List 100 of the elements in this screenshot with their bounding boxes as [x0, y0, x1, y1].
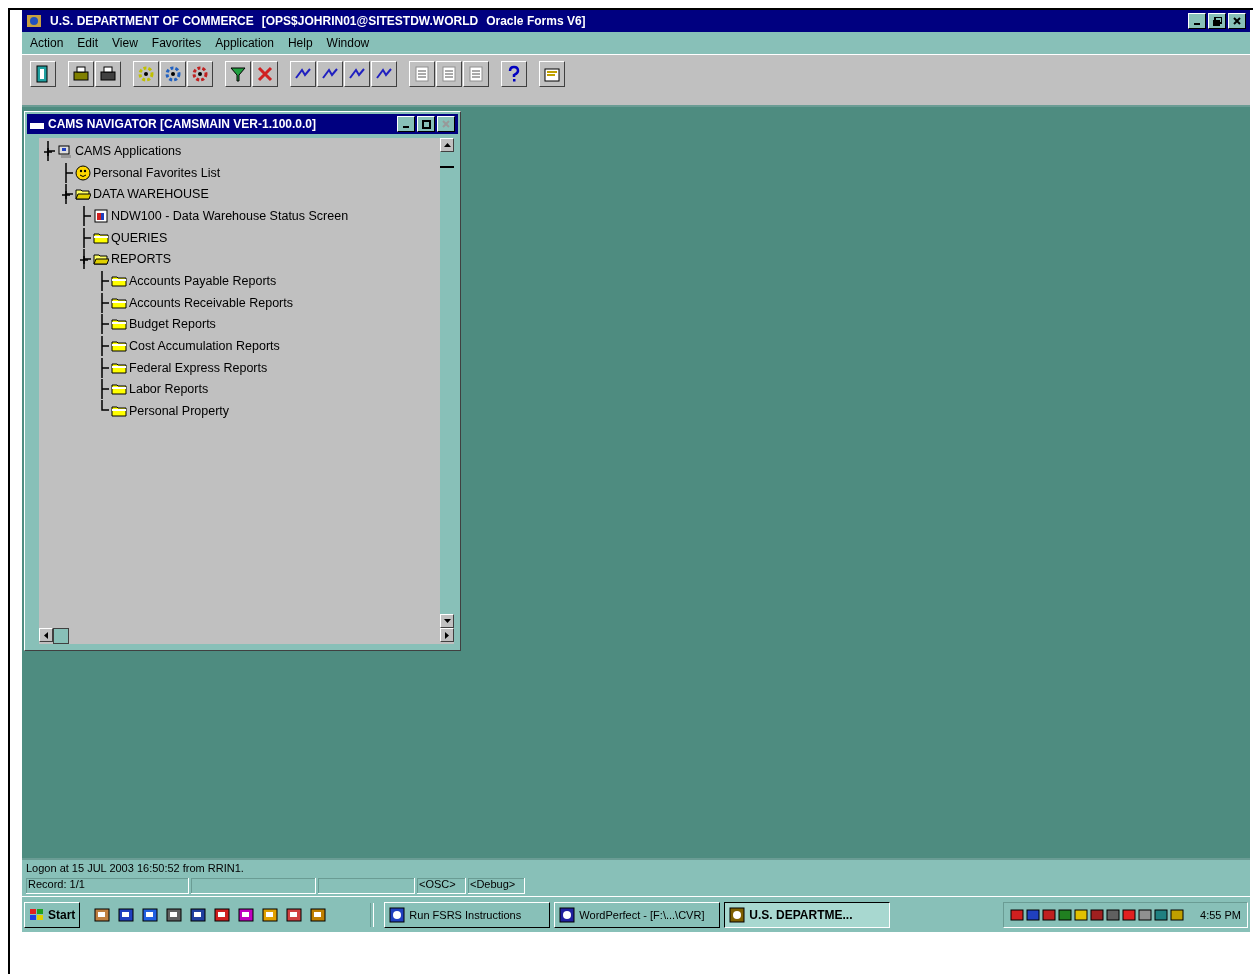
sheet-icon	[439, 64, 459, 84]
status-field: <OSC>	[417, 878, 466, 894]
status-field: Record: 1/1	[26, 878, 189, 894]
application-icon	[310, 906, 327, 923]
quick-launch-button[interactable]	[118, 906, 135, 923]
scroll-left-button[interactable]	[39, 628, 53, 642]
menu-item[interactable]: Action	[30, 36, 64, 50]
tray-icon	[1170, 907, 1185, 922]
toolbar-button[interactable]	[317, 61, 343, 87]
menu-item[interactable]: Application	[215, 36, 274, 50]
close-button[interactable]	[437, 116, 455, 132]
sheet-icon	[466, 64, 486, 84]
smiley-icon	[75, 164, 91, 181]
folder-icon	[111, 316, 127, 333]
menu-item[interactable]: View	[112, 36, 138, 50]
form-icon	[93, 207, 109, 224]
gear-icon	[136, 64, 156, 84]
quick-launch-button[interactable]	[238, 906, 255, 923]
taskbar-button[interactable]: U.S. DEPARTME...	[724, 901, 891, 928]
tray-icon	[1026, 907, 1041, 922]
tree-item[interactable]: CAMS Applications	[75, 143, 182, 158]
quick-launch-button[interactable]	[214, 906, 231, 923]
quick-launch-button[interactable]	[166, 906, 183, 923]
navigator-title: CAMS NAVIGATOR [CAMSMAIN VER-1.100.0.0]	[48, 117, 317, 131]
folder-icon	[111, 338, 127, 355]
gear-icon	[163, 64, 183, 84]
minimize-button[interactable]	[1188, 13, 1206, 29]
taskbar-button[interactable]: Run FSRS Instructions	[384, 901, 551, 928]
scroll-thumb[interactable]	[53, 628, 69, 644]
tray-icon	[1074, 907, 1089, 922]
tree-item[interactable]: Accounts Payable Reports	[129, 273, 277, 288]
toolbar-button[interactable]	[463, 61, 489, 87]
application-icon	[559, 906, 576, 923]
tree-item[interactable]: Budget Reports	[129, 317, 216, 332]
tray-icon	[1106, 907, 1121, 922]
toolbar-button[interactable]	[252, 61, 278, 87]
menu-item[interactable]: Favorites	[151, 36, 202, 50]
printer-icon	[71, 64, 91, 84]
toolbar-button[interactable]	[225, 61, 251, 87]
toolbar-button[interactable]	[30, 61, 56, 87]
application-icon	[238, 906, 255, 923]
toolbar-button[interactable]	[187, 61, 213, 87]
status-field: <Debug>	[468, 878, 525, 894]
left-arrow-icon	[44, 631, 48, 639]
scroll-down-button[interactable]	[440, 614, 454, 628]
tree-item[interactable]: Cost Accumulation Reports	[129, 339, 280, 354]
quick-launch-button[interactable]	[94, 906, 111, 923]
start-button[interactable]: Start	[24, 901, 81, 928]
toolbar-button[interactable]	[344, 61, 370, 87]
tree-item[interactable]: REPORTS	[111, 252, 172, 267]
toolbar-button[interactable]	[68, 61, 94, 87]
tree-item[interactable]: Personal Favorites List	[93, 165, 221, 180]
toolbar-button[interactable]	[501, 61, 527, 87]
menu-item[interactable]: Edit	[77, 36, 99, 50]
close-button[interactable]	[1228, 13, 1246, 29]
tree-item[interactable]: QUERIES	[111, 230, 168, 245]
app-icon	[26, 13, 42, 29]
computer-icon	[57, 142, 73, 159]
session-label: [OPS$JOHRIN01@SITESTDW.WORLD	[261, 14, 479, 28]
down-arrow-icon	[443, 619, 451, 623]
tree-item[interactable]: Accounts Receivable Reports	[129, 295, 293, 310]
close-icon	[1233, 17, 1241, 25]
windows-logo-icon	[29, 907, 45, 922]
application-icon	[166, 906, 183, 923]
toolbar-button[interactable]	[371, 61, 397, 87]
toolbar-button[interactable]	[409, 61, 435, 87]
tree-item[interactable]: Labor Reports	[129, 382, 209, 397]
restore-button[interactable]	[1208, 13, 1226, 29]
tree-item[interactable]: Personal Property	[129, 404, 230, 419]
tree-item[interactable]: NDW100 - Data Warehouse Status Screen	[111, 208, 349, 223]
toolbar-button[interactable]	[290, 61, 316, 87]
quick-launch-button[interactable]	[190, 906, 207, 923]
menu-item[interactable]: Window	[326, 36, 370, 50]
right-arrow-icon	[445, 631, 449, 639]
quick-launch-button[interactable]	[310, 906, 327, 923]
minimize-button[interactable]	[397, 116, 415, 132]
menu-item[interactable]: Help	[287, 36, 313, 50]
close-icon	[442, 120, 450, 128]
toolbar-button[interactable]	[539, 61, 565, 87]
toolbar-button[interactable]	[436, 61, 462, 87]
cross-icon	[255, 64, 275, 84]
toolbar-button[interactable]	[160, 61, 186, 87]
maximize-button[interactable]	[417, 116, 435, 132]
tree-item[interactable]: DATA WAREHOUSE	[93, 187, 209, 202]
application-icon	[214, 906, 231, 923]
scroll-up-button[interactable]	[440, 138, 454, 152]
tray-icon	[1154, 907, 1169, 922]
window-icon	[30, 119, 44, 129]
toolbar-button[interactable]	[133, 61, 159, 87]
toolbar-button[interactable]	[95, 61, 121, 87]
horizontal-scrollbar[interactable]	[39, 628, 454, 644]
tree-item[interactable]: Federal Express Reports	[129, 360, 268, 375]
vertical-scrollbar[interactable]	[440, 138, 454, 628]
quick-launch-button[interactable]	[142, 906, 159, 923]
taskbar-button[interactable]: WordPerfect - [F:\...\CVR]	[554, 901, 721, 928]
quick-launch-button[interactable]	[286, 906, 303, 923]
tray-icon	[1010, 907, 1025, 922]
quick-launch-button[interactable]	[262, 906, 279, 923]
scroll-right-button[interactable]	[440, 628, 454, 642]
funnel-icon	[228, 64, 248, 84]
